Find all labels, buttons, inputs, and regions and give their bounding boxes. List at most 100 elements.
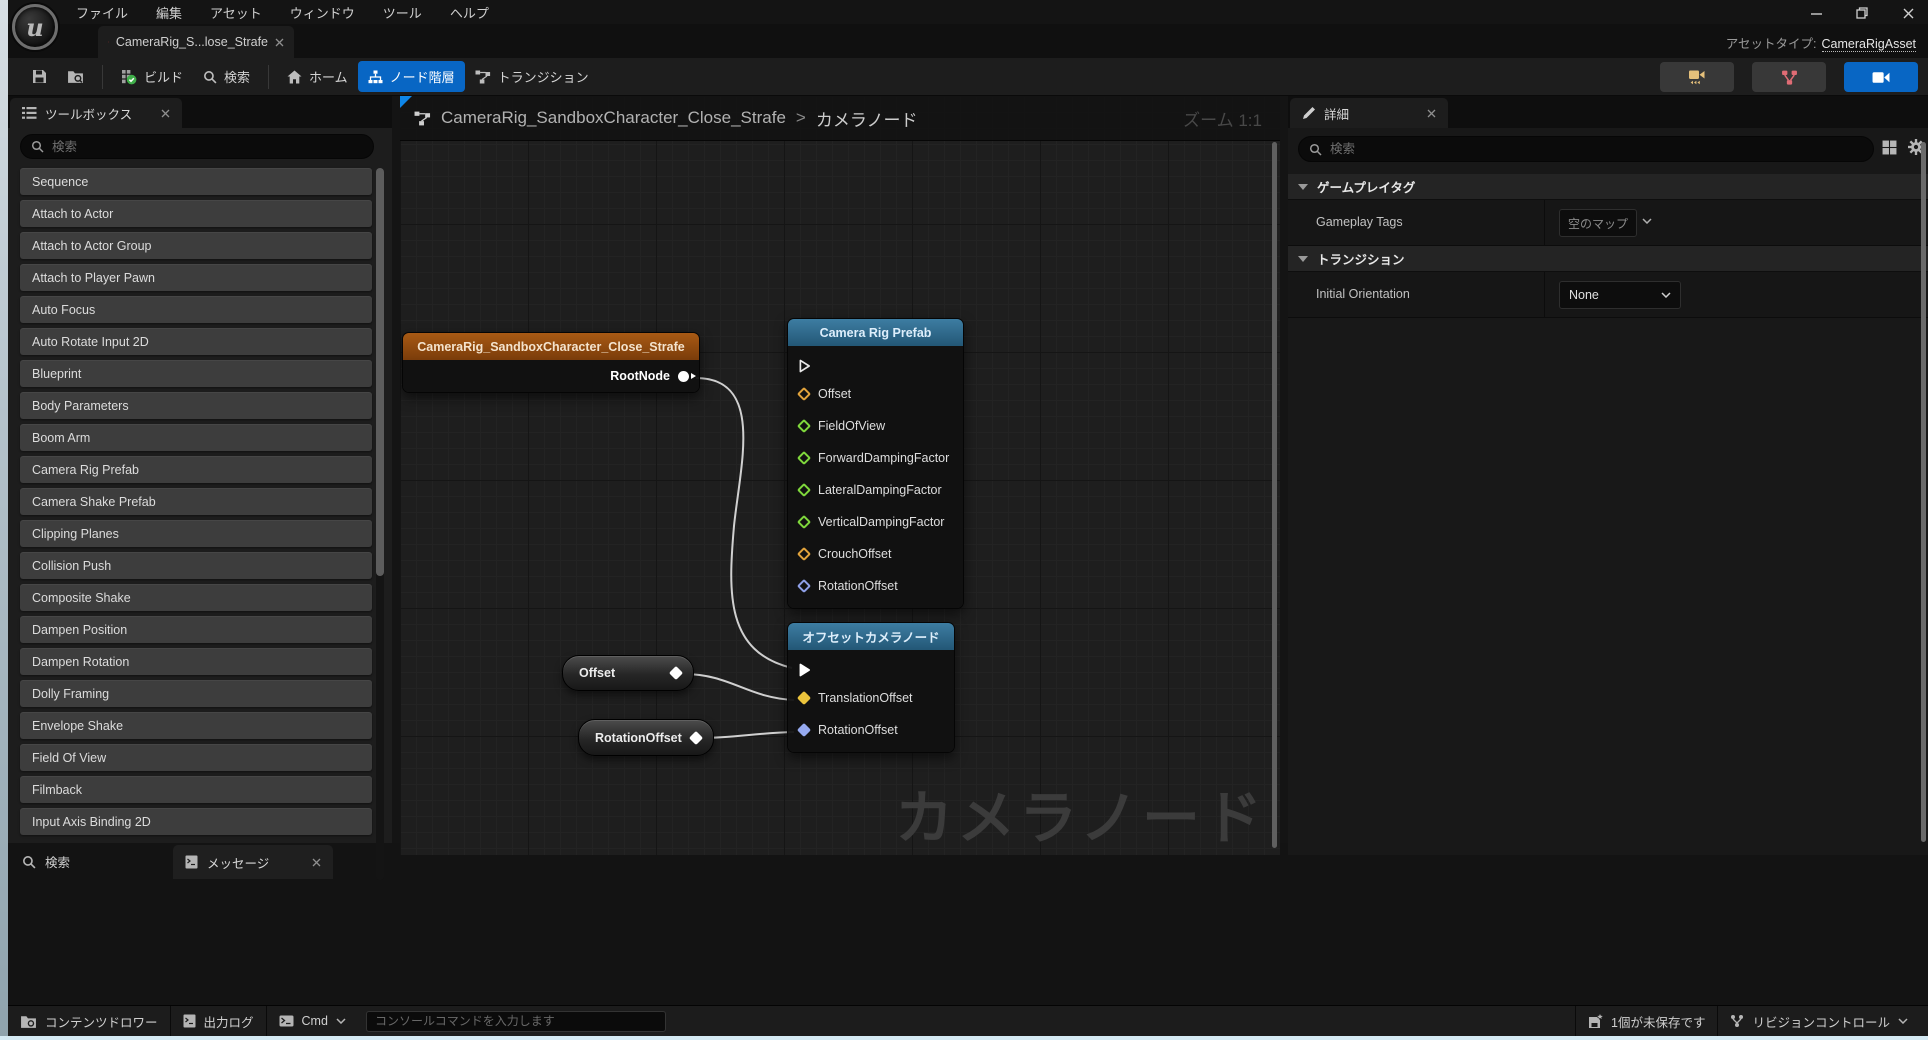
- camera-rewind-button[interactable]: [1660, 62, 1734, 92]
- home-button[interactable]: ホーム: [277, 61, 358, 92]
- breadcrumb-current[interactable]: カメラノード: [816, 106, 918, 131]
- toolbox-list-item[interactable]: Camera Rig Prefab: [20, 456, 372, 483]
- pin-diamond-icon[interactable]: [797, 691, 811, 705]
- pin-row[interactable]: TranslationOffset: [788, 682, 954, 714]
- node-header[interactable]: Camera Rig Prefab: [788, 319, 963, 346]
- details-scrollbar[interactable]: [1921, 142, 1926, 842]
- toolbox-tab-close-icon[interactable]: [161, 109, 170, 118]
- node-camera-rig-prefab[interactable]: Camera Rig Prefab Offset Fi: [787, 318, 964, 609]
- save-button[interactable]: [22, 63, 57, 90]
- pin-row[interactable]: RotationOffset: [788, 714, 954, 746]
- transition-button[interactable]: トランジション: [465, 61, 599, 92]
- asset-tab[interactable]: CameraRig_S...lose_Strafe: [98, 26, 294, 58]
- toolbox-list-item[interactable]: Dampen Rotation: [20, 648, 372, 675]
- pin-diamond-icon[interactable]: [797, 579, 811, 593]
- pin-diamond-icon[interactable]: [797, 419, 811, 433]
- menu-item[interactable]: 編集: [156, 3, 182, 22]
- exec-pin-icon[interactable]: [799, 359, 811, 373]
- unsaved-assets-button[interactable]: 1個が未保存です: [1576, 1006, 1717, 1036]
- toolbox-list-item[interactable]: Dolly Framing: [20, 680, 372, 707]
- messages-tab-close-icon[interactable]: [312, 858, 321, 867]
- gameplay-tags-value-button[interactable]: 空のマップ: [1559, 209, 1637, 237]
- minimize-button[interactable]: [1806, 4, 1826, 22]
- breadcrumb-root[interactable]: CameraRig_SandboxCharacter_Close_Strafe: [441, 108, 786, 128]
- toolbox-list-item[interactable]: Input Axis Binding 2D: [20, 808, 372, 835]
- console-command-input[interactable]: [366, 1011, 666, 1032]
- toolbox-list-item[interactable]: Attach to Actor Group: [20, 232, 372, 259]
- cmd-selector[interactable]: Cmd: [267, 1006, 358, 1036]
- graph-scrollbar[interactable]: [1272, 142, 1277, 848]
- pin-row[interactable]: CrouchOffset: [788, 538, 963, 570]
- details-tab-close-icon[interactable]: [1427, 109, 1436, 118]
- menu-item[interactable]: アセット: [210, 3, 262, 22]
- column-divider[interactable]: [1544, 200, 1545, 245]
- toolbox-list-item[interactable]: Auto Rotate Input 2D: [20, 328, 372, 355]
- revision-control-button[interactable]: リビジョンコントロール: [1718, 1006, 1920, 1036]
- toolbox-list-item[interactable]: Filmback: [20, 776, 372, 803]
- pin-row[interactable]: VerticalDampingFactor: [788, 506, 963, 538]
- toolbox-list-item[interactable]: Dampen Position: [20, 616, 372, 643]
- pin-row[interactable]: ForwardDampingFactor: [788, 442, 963, 474]
- pin-diamond-icon[interactable]: [797, 483, 811, 497]
- toolbox-list-item[interactable]: Blueprint: [20, 360, 372, 387]
- toolbox-list-item[interactable]: Auto Focus: [20, 296, 372, 323]
- details-tab[interactable]: 詳細: [1290, 98, 1448, 128]
- toolbox-scrollbar[interactable]: [376, 168, 384, 880]
- transition-graph-button[interactable]: [1752, 62, 1826, 92]
- node-offset-parameter[interactable]: Offset: [562, 655, 694, 691]
- messages-tab[interactable]: メッセージ: [173, 845, 333, 879]
- pin-diamond-icon[interactable]: [797, 547, 811, 561]
- asset-type-value[interactable]: CameraRigAsset: [1822, 37, 1916, 52]
- browse-asset-button[interactable]: [57, 63, 94, 90]
- exec-pin-row[interactable]: [788, 354, 963, 378]
- pin-diamond-icon[interactable]: [689, 730, 703, 744]
- toolbox-list-item[interactable]: Collision Push: [20, 552, 372, 579]
- details-search[interactable]: [1298, 136, 1874, 162]
- camera-node-graph[interactable]: CameraRig_SandboxCharacter_Close_Strafe …: [400, 96, 1280, 855]
- toolbox-list-item[interactable]: Body Parameters: [20, 392, 372, 419]
- section-gameplay-tags[interactable]: ゲームプレイタグ: [1288, 174, 1928, 200]
- toolbox-scrollbar-thumb[interactable]: [376, 168, 384, 576]
- column-divider[interactable]: [1544, 272, 1545, 317]
- node-rotation-offset-parameter[interactable]: RotationOffset: [578, 719, 714, 756]
- chevron-down-icon[interactable]: [1642, 218, 1652, 224]
- toolbox-list-item[interactable]: Composite Shake: [20, 584, 372, 611]
- pin-diamond-icon[interactable]: [797, 723, 811, 737]
- pin-diamond-icon[interactable]: [669, 666, 683, 680]
- initial-orientation-dropdown[interactable]: None: [1559, 281, 1681, 309]
- toolbox-list-item[interactable]: Field Of View: [20, 744, 372, 771]
- toolbox-list-item[interactable]: Boom Arm: [20, 424, 372, 451]
- toolbox-list-item[interactable]: Envelope Shake: [20, 712, 372, 739]
- node-offset-camera[interactable]: オフセットカメラノード TranslationOffset: [787, 622, 955, 753]
- toolbox-search[interactable]: [20, 134, 374, 159]
- pin-row[interactable]: FieldOfView: [788, 410, 963, 442]
- close-window-button[interactable]: [1898, 4, 1918, 22]
- node-hierarchy-button[interactable]: ノード階層: [358, 61, 465, 92]
- output-log-button[interactable]: 出力ログ: [171, 1006, 266, 1036]
- pin-row[interactable]: Offset: [788, 378, 963, 410]
- menu-item[interactable]: ツール: [383, 3, 422, 22]
- pin-diamond-icon[interactable]: [797, 451, 811, 465]
- node-header[interactable]: オフセットカメラノード: [788, 623, 954, 650]
- pin-diamond-icon[interactable]: [797, 515, 811, 529]
- menu-item[interactable]: ファイル: [76, 3, 128, 22]
- collapse-triangle-icon[interactable]: [1298, 256, 1308, 262]
- maximize-button[interactable]: [1852, 4, 1872, 22]
- collapse-triangle-icon[interactable]: [1298, 184, 1308, 190]
- node-header[interactable]: CameraRig_SandboxCharacter_Close_Strafe: [403, 333, 699, 360]
- content-drawer-button[interactable]: コンテンツドロワー: [8, 1006, 170, 1036]
- toolbox-tab[interactable]: ツールボックス: [10, 98, 182, 128]
- section-transition[interactable]: トランジション: [1288, 246, 1928, 272]
- asset-tab-close-icon[interactable]: [275, 38, 284, 47]
- rootnode-pin-row[interactable]: RootNode: [403, 360, 699, 392]
- pin-diamond-icon[interactable]: [797, 387, 811, 401]
- find-results-tab[interactable]: 検索: [22, 852, 70, 871]
- details-search-input[interactable]: [1330, 142, 1863, 156]
- details-view-options-icon[interactable]: [1882, 140, 1897, 155]
- pin-row[interactable]: LateralDampingFactor: [788, 474, 963, 506]
- pin-row[interactable]: RotationOffset: [788, 570, 963, 602]
- toolbox-list-item[interactable]: Camera Shake Prefab: [20, 488, 372, 515]
- toolbox-search-input[interactable]: [52, 140, 363, 154]
- camera-preview-button[interactable]: [1844, 62, 1918, 92]
- node-camera-rig-root[interactable]: CameraRig_SandboxCharacter_Close_Strafe …: [402, 332, 700, 393]
